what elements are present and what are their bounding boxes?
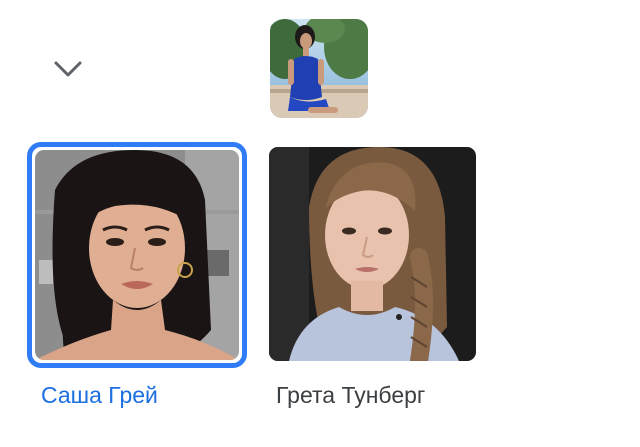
- result-photo: [35, 150, 239, 360]
- query-image-thumbnail[interactable]: [270, 19, 368, 118]
- result-label[interactable]: Грета Тунберг: [276, 381, 425, 409]
- query-image: [270, 19, 368, 118]
- result-card-greta-thunberg[interactable]: [269, 147, 476, 361]
- result-photo: [269, 147, 476, 361]
- result-label[interactable]: Саша Грей: [41, 381, 158, 409]
- result-card-sasha-grey[interactable]: [27, 142, 247, 368]
- chevron-down-icon: [54, 61, 82, 77]
- collapse-button[interactable]: [48, 52, 88, 86]
